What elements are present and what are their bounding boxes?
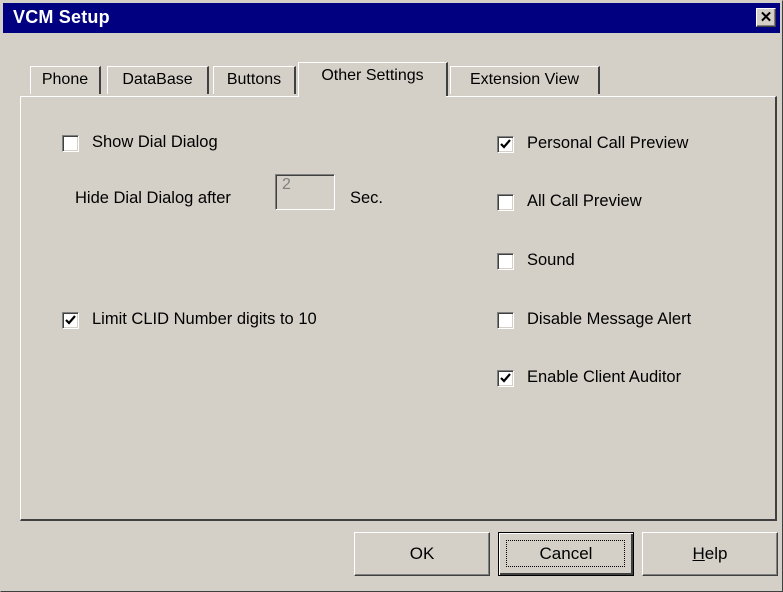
hide-dial-seconds-value: 2 bbox=[282, 176, 291, 193]
cancel-button-label: Cancel bbox=[539, 544, 593, 563]
cancel-button[interactable]: Cancel bbox=[498, 532, 634, 576]
tab-phone[interactable]: Phone bbox=[30, 66, 101, 94]
show-dial-dialog-label: Show Dial Dialog bbox=[92, 133, 218, 151]
help-mnemonic: H bbox=[692, 544, 705, 563]
close-button[interactable]: ✕ bbox=[756, 8, 776, 27]
sound-checkbox[interactable] bbox=[497, 253, 514, 270]
tab-database-label: DataBase bbox=[122, 71, 193, 88]
enable-client-auditor-checkbox[interactable] bbox=[497, 370, 514, 387]
tab-other-settings[interactable]: Other Settings bbox=[298, 62, 448, 96]
seconds-unit-label: Sec. bbox=[350, 189, 384, 207]
tab-phone-label: Phone bbox=[41, 71, 89, 88]
ok-button[interactable]: OK bbox=[354, 532, 490, 576]
active-tab-join bbox=[299, 95, 446, 98]
hide-dial-seconds-field[interactable]: 2 bbox=[275, 174, 335, 210]
ok-button-label: OK bbox=[409, 544, 435, 563]
tab-extension-view[interactable]: Extension View bbox=[450, 66, 600, 94]
disable-message-alert-checkbox[interactable] bbox=[497, 312, 514, 329]
show-dial-dialog-checkbox[interactable] bbox=[62, 135, 79, 152]
tab-extension-view-label: Extension View bbox=[469, 71, 580, 88]
help-button-label: Help bbox=[693, 544, 728, 563]
check-mark-icon bbox=[500, 139, 511, 149]
tab-database[interactable]: DataBase bbox=[107, 66, 209, 94]
help-rest: elp bbox=[704, 544, 728, 563]
enable-client-auditor-label: Enable Client Auditor bbox=[527, 368, 682, 386]
title-bar[interactable]: VCM Setup ✕ bbox=[3, 3, 780, 33]
limit-clid-checkbox[interactable] bbox=[62, 312, 79, 329]
personal-call-preview-checkbox[interactable] bbox=[497, 136, 514, 153]
window-title: VCM Setup bbox=[13, 7, 110, 27]
all-call-preview-label: All Call Preview bbox=[527, 192, 642, 210]
disable-message-alert-label: Disable Message Alert bbox=[527, 310, 692, 328]
sound-label: Sound bbox=[527, 251, 575, 269]
check-mark-icon bbox=[65, 315, 76, 325]
limit-clid-label: Limit CLID Number digits to 10 bbox=[92, 310, 317, 328]
check-mark-icon bbox=[500, 373, 511, 383]
tab-other-settings-label: Other Settings bbox=[321, 67, 424, 84]
all-call-preview-checkbox[interactable] bbox=[497, 194, 514, 211]
close-icon: ✕ bbox=[759, 9, 773, 26]
hide-dial-dialog-label: Hide Dial Dialog after bbox=[75, 189, 231, 207]
personal-call-preview-label: Personal Call Preview bbox=[527, 134, 689, 152]
tab-buttons-label: Buttons bbox=[226, 71, 282, 88]
other-settings-panel bbox=[20, 96, 777, 521]
tab-buttons[interactable]: Buttons bbox=[213, 66, 296, 94]
help-button[interactable]: Help bbox=[642, 532, 778, 576]
